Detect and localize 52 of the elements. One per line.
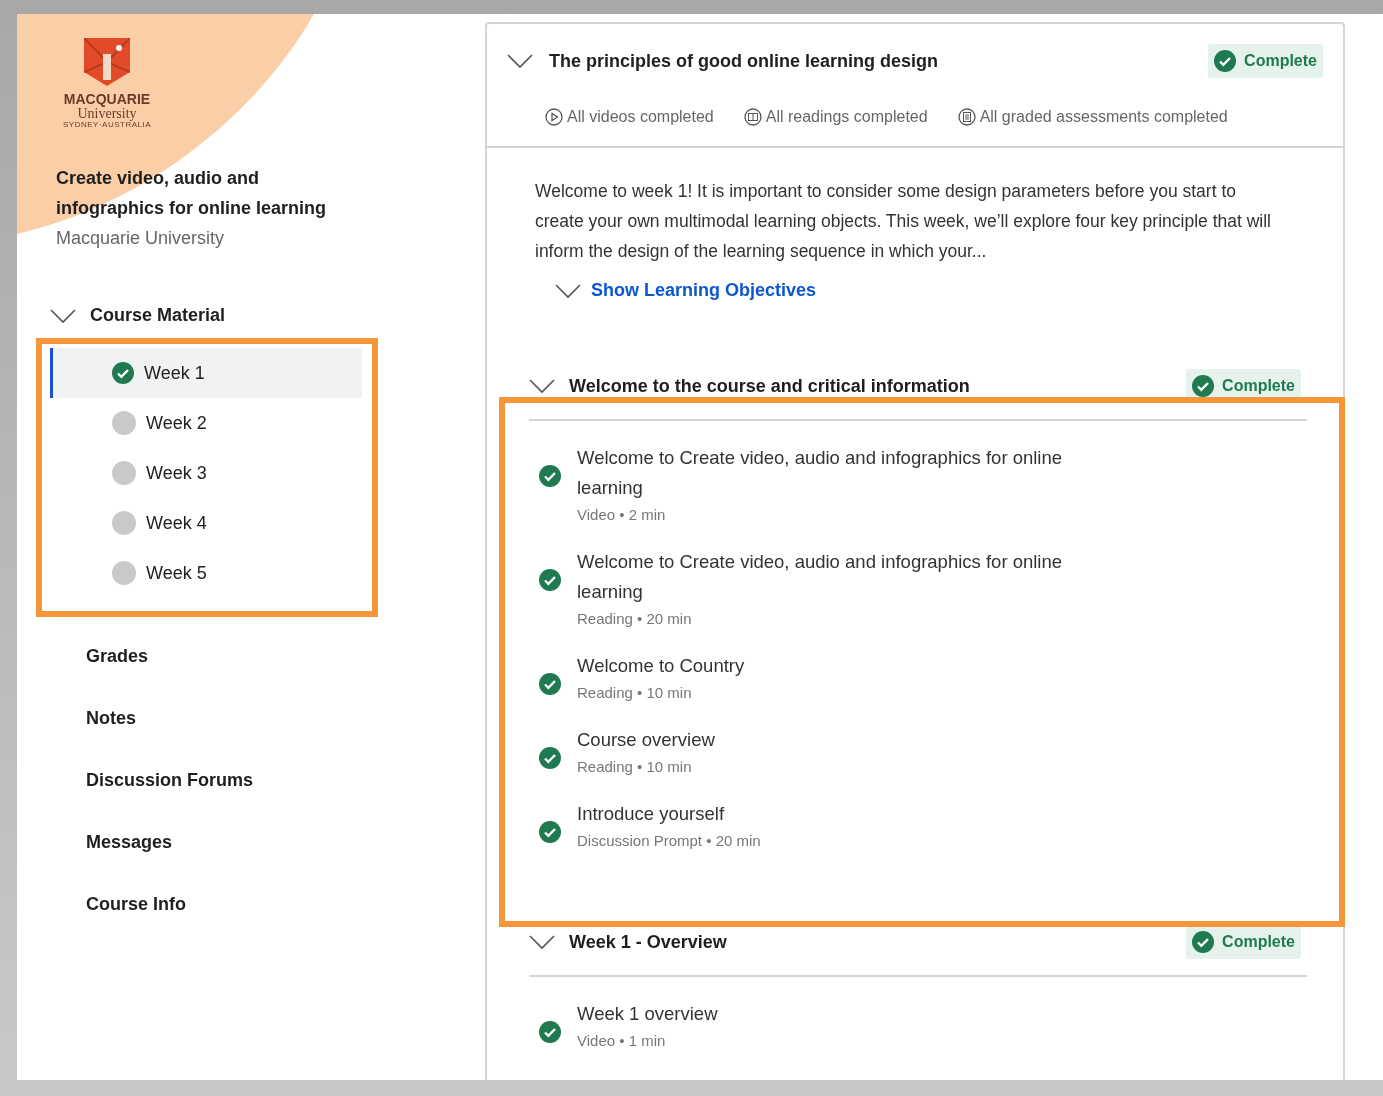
week-label: Week 4 xyxy=(146,512,207,534)
week-item[interactable]: Week 3 xyxy=(50,448,362,498)
chevron-down-icon[interactable] xyxy=(507,53,533,69)
stat-label: All videos completed xyxy=(567,108,714,126)
nav-link[interactable]: Course Info xyxy=(86,892,485,916)
chevron-down-icon[interactable] xyxy=(50,307,76,324)
nav-link[interactable]: Notes xyxy=(86,706,485,730)
course-title: Create video, audio and infographics for online learning xyxy=(56,167,328,220)
stat-label: All readings completed xyxy=(765,108,928,126)
chevron-down-icon[interactable] xyxy=(529,934,555,950)
nav-link[interactable]: Grades xyxy=(86,644,485,668)
module-title: The principles of good online learning design xyxy=(549,50,939,72)
item-title-link[interactable]: Course overview xyxy=(577,725,1077,755)
chevron-down-icon[interactable] xyxy=(555,282,581,299)
item-title-link[interactable]: Welcome to Create video, audio and infographics for online learning xyxy=(577,443,1077,503)
book-icon xyxy=(743,108,762,126)
chevron-down-icon[interactable] xyxy=(529,378,555,394)
nav-link[interactable]: Messages xyxy=(86,830,485,854)
play-icon xyxy=(545,108,563,126)
item-title-link[interactable]: Welcome to Create video, audio and infographics for online learning xyxy=(577,547,1077,607)
module-description: Welcome to week 1! It is important to consider some design parameters before you start to create your own multimodal learning objects. This week, we’ll explore four key principle that will inform the design of the learning sequence in which your... xyxy=(535,180,1272,263)
item-meta: Reading • 20 min xyxy=(577,609,693,629)
complete-badge: Complete xyxy=(1186,925,1301,959)
item-meta: Reading • 10 min xyxy=(577,683,693,703)
shield-logo-icon xyxy=(84,38,130,86)
provider-name: Macquarie University xyxy=(56,227,226,250)
nav-link[interactable]: Discussion Forums xyxy=(86,768,485,792)
week-item[interactable]: Week 1 xyxy=(50,348,362,398)
section-title: Welcome to the course and critical information xyxy=(569,375,970,397)
item-meta: Video • 1 min xyxy=(577,1031,667,1051)
logo-subtitle: University xyxy=(77,107,137,120)
week-label: Week 5 xyxy=(146,562,207,584)
week-item[interactable]: Week 5 xyxy=(50,548,362,598)
item-title-link[interactable]: Introduce yourself xyxy=(577,799,1077,829)
section-title: Week 1 - Overview xyxy=(569,931,727,953)
item-meta: Discussion Prompt • 20 min xyxy=(577,831,762,851)
item-title-link[interactable]: Week 1 overview xyxy=(577,999,1077,1029)
item-meta: Reading • 10 min xyxy=(577,757,693,777)
item-meta: Video • 2 min xyxy=(577,505,667,525)
week-item[interactable]: Week 2 xyxy=(50,398,362,448)
course-material-heading[interactable]: Course Material xyxy=(90,305,226,326)
week-label: Week 3 xyxy=(146,462,207,484)
show-objectives-link[interactable]: Show Learning Objectives xyxy=(591,280,817,301)
complete-badge: Complete xyxy=(1208,44,1323,78)
week-label: Week 1 xyxy=(144,362,205,384)
stat-label: All graded assessments completed xyxy=(979,108,1228,126)
week-label: Week 2 xyxy=(146,412,207,434)
week-item[interactable]: Week 4 xyxy=(50,498,362,548)
logo-name: MACQUARIE xyxy=(63,92,151,107)
logo-tagline: SYDNEY·AUSTRALIA xyxy=(63,120,151,129)
document-icon xyxy=(957,108,976,126)
item-title-link[interactable]: Welcome to Country xyxy=(577,651,1077,681)
